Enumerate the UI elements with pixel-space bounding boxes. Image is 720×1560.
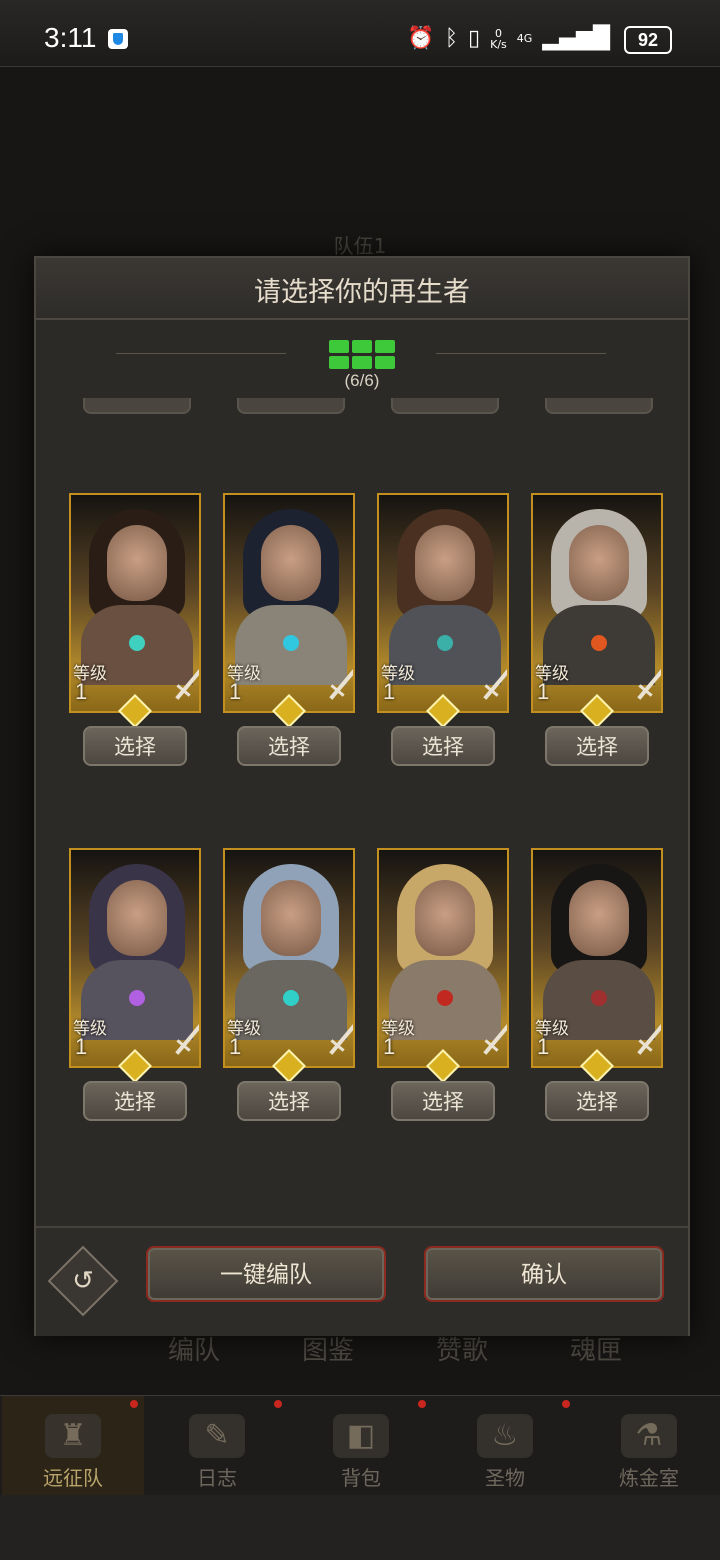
select-button-partial[interactable] [391,398,499,414]
nav-label: 远征队 [43,1466,103,1490]
nav-journal[interactable]: ✎ 日志 [146,1396,288,1496]
nav-expedition[interactable]: ♜ 远征队 [2,1396,144,1496]
character-card[interactable]: 等级 1 选择 [531,848,663,1121]
modal-footer: ↺ 一键编队 确认 [36,1226,688,1336]
notification-dot [130,1400,138,1408]
journal-icon: ✎ [189,1414,245,1458]
character-portrait[interactable]: 等级 1 [223,493,355,713]
nav-alchemy[interactable]: ⚗ 炼金室 [578,1396,720,1496]
character-portrait[interactable]: 等级 1 [69,848,201,1068]
select-button[interactable]: 选择 [237,726,341,766]
backpack-icon: ◧ [333,1414,389,1458]
notification-dot [274,1400,282,1408]
character-card[interactable]: 等级 1 选择 [69,493,201,766]
character-portrait[interactable]: 等级 1 [69,493,201,713]
character-card[interactable]: 等级 1 选择 [377,493,509,766]
character-card[interactable]: 等级 1 选择 [223,493,355,766]
level-value: 1 [229,1034,242,1059]
team-slots-icon [329,340,395,369]
level-value: 1 [383,679,396,704]
character-face [569,880,629,956]
nav-label: 圣物 [485,1466,525,1490]
nav-label: 背包 [341,1466,381,1490]
character-portrait[interactable]: 等级 1 [531,848,663,1068]
character-face [261,880,321,956]
character-face [415,880,475,956]
network-type: 4G [516,32,533,45]
character-grid[interactable]: 等级 1 选择 等级 1 选择 等级 1 选择 等级 1 选择 等级 1 选择 … [36,398,688,1338]
nav-label: 日志 [197,1466,237,1490]
modal-title: 请选择你的再生者 [254,277,470,308]
character-card[interactable]: 等级 1 选择 [223,848,355,1121]
character-face [569,525,629,601]
clock: 3:11 [44,22,97,53]
notification-dot [562,1400,570,1408]
bluetooth-icon: ᛒ [444,26,459,51]
character-portrait[interactable]: 等级 1 [531,493,663,713]
team-title: 队伍1 [333,234,387,258]
select-button[interactable]: 选择 [83,1081,187,1121]
relic-icon: ♨ [477,1414,533,1458]
character-face [261,525,321,601]
alchemy-icon: ⚗ [621,1414,677,1458]
select-button-partial[interactable] [237,398,345,414]
character-card[interactable]: 等级 1 选择 [531,493,663,766]
character-face [415,525,475,601]
level-value: 1 [537,1034,550,1059]
footer-strip [0,1495,720,1560]
level-value: 1 [537,679,550,704]
helmet-icon: ♜ [45,1414,101,1458]
security-shield-icon [108,29,128,49]
status-bar: 3:11 ⏰ ᛒ ▯ 0 K/s 4G ▂▄▆█ 92 [0,0,720,67]
select-button-partial[interactable] [545,398,653,414]
counter-text: (6/6) [344,371,380,390]
character-face [107,525,167,601]
level-value: 1 [75,679,88,704]
character-portrait[interactable]: 等级 1 [223,848,355,1068]
auto-team-button[interactable]: 一键编队 [146,1246,386,1302]
select-regenerator-modal: 请选择你的再生者 (6/6) 等级 1 选择 等级 1 选择 等级 1 选择 等… [34,256,690,1336]
select-button[interactable]: 选择 [545,1081,649,1121]
select-button[interactable]: 选择 [391,726,495,766]
character-face [107,880,167,956]
undo-icon: ↺ [72,1266,94,1296]
confirm-button[interactable]: 确认 [424,1246,664,1302]
modal-header: 请选择你的再生者 [36,258,688,320]
status-icons: ⏰ ᛒ ▯ 0 K/s 4G ▂▄▆█ [407,26,610,51]
level-value: 1 [75,1034,88,1059]
nav-label: 炼金室 [619,1466,679,1490]
team-counter: (6/6) [36,338,688,391]
vibrate-icon: ▯ [468,26,481,51]
signal-icon: ▂▄▆█ [542,26,610,51]
select-button[interactable]: 选择 [237,1081,341,1121]
select-button[interactable]: 选择 [83,726,187,766]
character-card[interactable]: 等级 1 选择 [69,848,201,1121]
select-button-partial[interactable] [83,398,191,414]
notification-dot [418,1400,426,1408]
select-button[interactable]: 选择 [545,726,649,766]
net-speed: 0 K/s [490,26,507,51]
character-card[interactable]: 等级 1 选择 [377,848,509,1121]
alarm-icon: ⏰ [407,26,435,51]
bottom-nav: ♜ 远征队 ✎ 日志 ◧ 背包 ♨ 圣物 ⚗ 炼金室 [0,1395,720,1496]
nav-backpack[interactable]: ◧ 背包 [290,1396,432,1496]
battery-level: 92 [624,26,672,54]
level-value: 1 [383,1034,396,1059]
nav-relic[interactable]: ♨ 圣物 [434,1396,576,1496]
character-portrait[interactable]: 等级 1 [377,493,509,713]
select-button[interactable]: 选择 [391,1081,495,1121]
level-value: 1 [229,679,242,704]
character-portrait[interactable]: 等级 1 [377,848,509,1068]
